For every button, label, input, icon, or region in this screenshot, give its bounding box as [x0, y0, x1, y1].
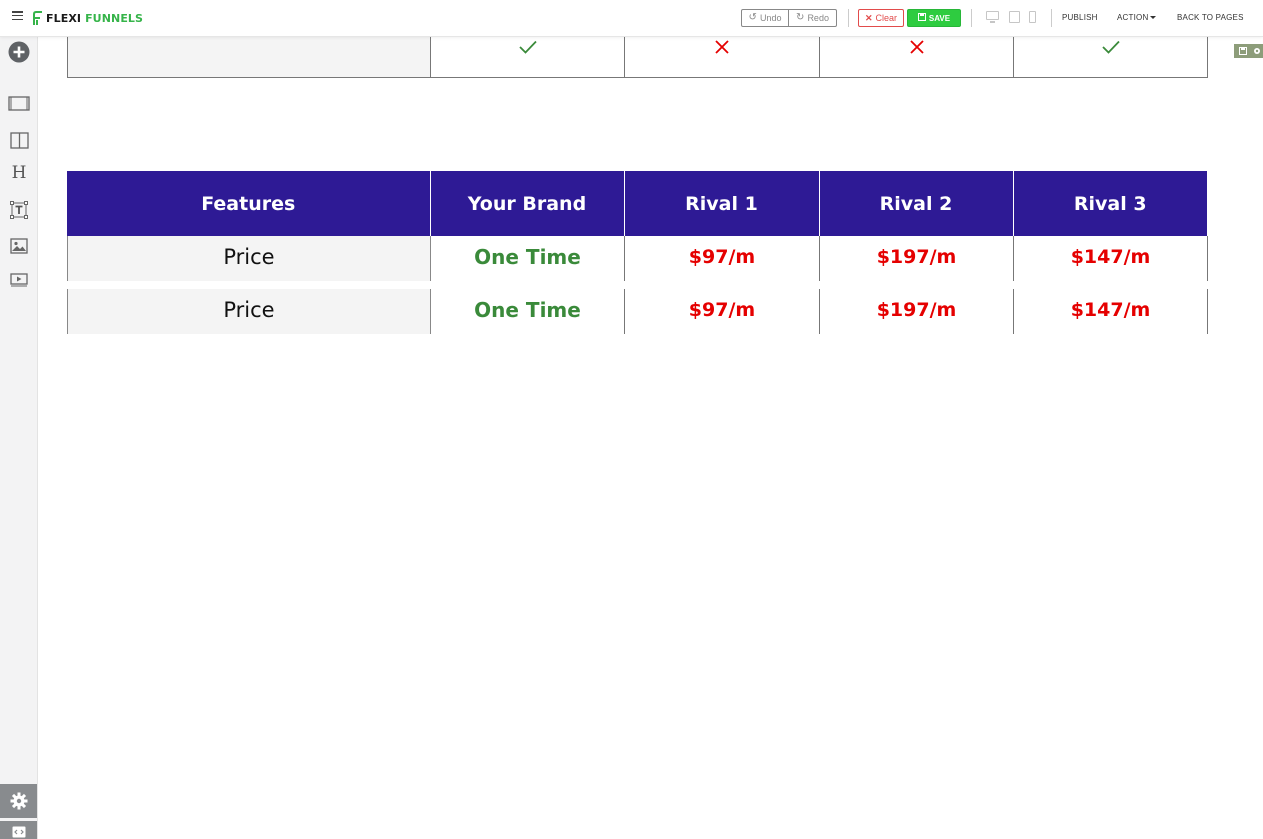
- toolbar-divider: [1051, 9, 1052, 27]
- feature-cell: [67, 37, 431, 78]
- phone-icon[interactable]: [1029, 11, 1036, 23]
- brand-cell: One Time: [430, 289, 625, 334]
- top-toolbar: FLEXI FUNNELS ↺ Undo ↻ Redo ✕ Clear SAVE…: [0, 0, 1263, 37]
- rival-3-cell: $147/m: [1013, 236, 1208, 281]
- brand-cell: [430, 37, 625, 78]
- settings-gear-icon[interactable]: [0, 784, 37, 818]
- image-icon[interactable]: [8, 236, 30, 256]
- redo-icon: ↻: [796, 12, 805, 23]
- undo-button[interactable]: ↺ Undo: [741, 9, 789, 27]
- comparison-row: Price One Time $97/m $197/m $147/m: [67, 236, 1208, 281]
- text-icon[interactable]: [8, 200, 30, 220]
- clear-button[interactable]: ✕ Clear: [858, 9, 904, 27]
- cross-icon: [715, 40, 729, 54]
- logo-word-flexi: FLEXI: [46, 11, 82, 25]
- header-rival-2: Rival 2: [819, 171, 1014, 236]
- check-icon: [518, 40, 537, 54]
- columns-icon[interactable]: [8, 130, 30, 150]
- redo-button[interactable]: ↻ Redo: [789, 9, 837, 27]
- section-icon[interactable]: [8, 93, 30, 113]
- feature-cell: Price: [67, 289, 431, 334]
- menu-icon[interactable]: [12, 11, 23, 21]
- rival-2-cell: $197/m: [819, 236, 1014, 281]
- save-label: SAVE: [928, 13, 951, 23]
- header-rival-3: Rival 3: [1013, 171, 1207, 236]
- header-row: Features Your Brand Rival 1 Rival 2 Riva…: [67, 171, 1207, 236]
- heading-icon[interactable]: H: [8, 163, 30, 183]
- table-row: [67, 37, 1208, 78]
- rival-cell: [624, 37, 820, 78]
- header-features: Features: [67, 171, 431, 236]
- rival-3-cell: $147/m: [1013, 289, 1208, 334]
- rival-2-cell: $197/m: [819, 289, 1014, 334]
- rival-1-cell: $97/m: [624, 289, 820, 334]
- code-icon[interactable]: [0, 821, 37, 839]
- logo-word-funnels: FUNNELS: [85, 11, 144, 25]
- video-icon[interactable]: [8, 270, 30, 290]
- publish-button[interactable]: PUBLISH: [1062, 13, 1098, 22]
- save-icon: [917, 13, 926, 23]
- table-row: Price One Time $97/m $197/m $147/m: [67, 289, 1208, 334]
- check-icon: [1101, 40, 1120, 54]
- undo-label: Undo: [759, 13, 782, 23]
- rival-cell: [1013, 37, 1208, 78]
- action-dropdown[interactable]: ACTION: [1117, 13, 1157, 22]
- cross-icon: [909, 40, 924, 54]
- toolbar-divider: [848, 9, 849, 27]
- save-icon[interactable]: [1239, 47, 1247, 55]
- action-label: ACTION: [1117, 13, 1149, 22]
- save-button[interactable]: SAVE: [907, 9, 961, 27]
- header-your-brand: Your Brand: [430, 171, 625, 236]
- element-tools[interactable]: [1234, 44, 1263, 58]
- back-to-pages-link[interactable]: BACK TO PAGES: [1177, 13, 1244, 22]
- add-element-icon[interactable]: [8, 41, 30, 63]
- desktop-icon[interactable]: [986, 11, 999, 23]
- header-rival-1: Rival 1: [624, 171, 820, 236]
- comparison-row-partial: [67, 37, 1208, 78]
- tablet-icon[interactable]: [1009, 11, 1020, 23]
- close-icon: ✕: [864, 12, 873, 23]
- caret-down-icon: [1150, 16, 1157, 19]
- gear-icon[interactable]: [1253, 47, 1261, 55]
- table-row: Price One Time $97/m $197/m $147/m: [67, 236, 1208, 281]
- editor-canvas: Features Your Brand Rival 1 Rival 2 Riva…: [38, 37, 1263, 839]
- rival-1-cell: $97/m: [624, 236, 820, 281]
- logo-mark-icon: [32, 10, 43, 26]
- feature-cell: Price: [67, 236, 431, 281]
- element-sidebar: H: [0, 37, 38, 839]
- undo-icon: ↺: [748, 12, 757, 23]
- redo-label: Redo: [807, 13, 829, 23]
- toolbar-divider: [971, 9, 972, 27]
- brand-cell: One Time: [430, 236, 625, 281]
- clear-label: Clear: [875, 13, 898, 23]
- comparison-table-header: Features Your Brand Rival 1 Rival 2 Riva…: [67, 171, 1207, 236]
- rival-cell: [819, 37, 1014, 78]
- comparison-row: Price One Time $97/m $197/m $147/m: [67, 289, 1208, 334]
- logo-text: FLEXI FUNNELS: [46, 12, 143, 25]
- app-logo[interactable]: FLEXI FUNNELS: [32, 10, 143, 26]
